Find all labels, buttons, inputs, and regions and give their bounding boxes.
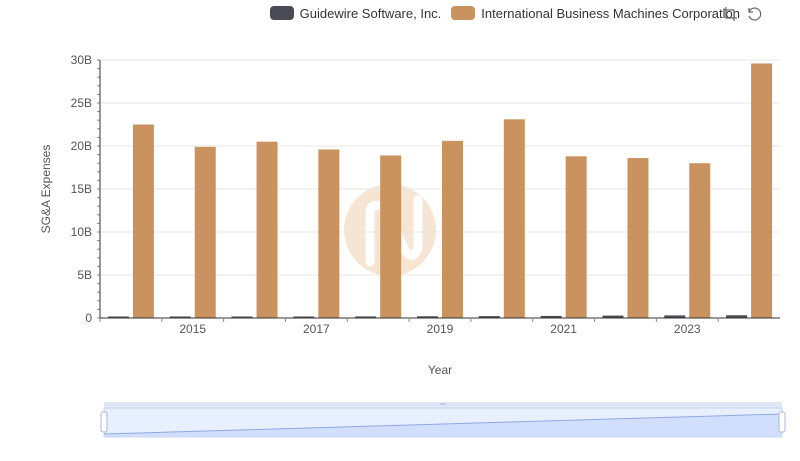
slider-top-bar [104,402,782,408]
x-tick-label: 2023 [674,322,701,336]
y-tick-label: 10B [71,225,92,239]
slider-handle-left[interactable] [100,411,108,433]
x-axis-title: Year [428,363,452,377]
y-axis-title: SG&A Expenses [39,145,53,234]
bar-ibm-2023[interactable] [689,163,711,318]
x-tick-label: 2015 [179,322,206,336]
data-zoom-slider[interactable] [100,402,786,438]
x-tick-label: 2017 [303,322,330,336]
y-tick-label: 25B [71,96,92,110]
x-tick-label: 2021 [550,322,577,336]
bar-ibm-2017[interactable] [318,149,340,318]
y-tick-label: 0 [85,311,92,325]
bar-ibm-2014[interactable] [132,124,154,319]
bar-chart: 0 5B 10B 15B 20B 25B 30B 2015 2017 2019 2021 2023 S… [39,53,786,438]
y-tick-label: 30B [71,53,92,67]
bar-ibm-2024[interactable] [751,63,773,318]
axes: 0 5B 10B 15B 20B 25B 30B 2015 2017 2019 2021 2023 [71,53,780,336]
bar-ibm-2021[interactable] [565,156,587,318]
y-tick-label: 20B [71,139,92,153]
bar-ibm-2018[interactable] [380,155,402,318]
bar-ibm-2022[interactable] [627,158,649,318]
bar-ibm-2015[interactable] [194,146,216,318]
bars [107,63,773,319]
bar-ibm-2016[interactable] [256,141,278,318]
y-tick-label: 5B [77,268,92,282]
x-tick-label: 2019 [427,322,454,336]
slider-handle-right[interactable] [778,411,786,433]
bar-ibm-2020[interactable] [503,119,525,318]
y-tick-label: 15B [71,182,92,196]
bar-ibm-2019[interactable] [442,140,463,318]
